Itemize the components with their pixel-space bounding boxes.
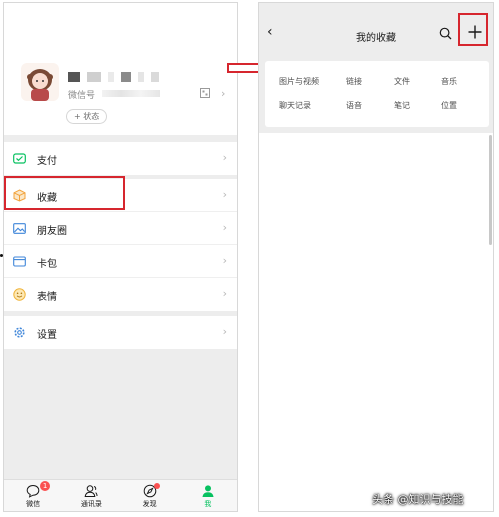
- category-notes[interactable]: 笔记: [394, 100, 410, 111]
- chevron-right-icon: ›: [222, 287, 227, 300]
- menu-label: 卡包: [37, 259, 57, 270]
- category-music[interactable]: 音乐: [441, 76, 457, 87]
- menu-item-moments[interactable]: 朋友圈 ›: [4, 212, 237, 245]
- tab-discover[interactable]: 发现: [121, 480, 179, 511]
- menu-item-cards[interactable]: 卡包 ›: [4, 245, 237, 278]
- watermark: 头条 @知识与技能: [372, 493, 464, 506]
- chevron-right-icon: ›: [222, 151, 227, 164]
- smiley-icon: [13, 288, 26, 301]
- chevron-right-icon: ›: [222, 325, 227, 338]
- contacts-icon: [85, 485, 98, 497]
- scrollbar[interactable]: [489, 135, 492, 245]
- chevron-right-icon: ›: [221, 87, 226, 100]
- tab-me[interactable]: 我: [179, 480, 237, 511]
- me-screen: 微信号 › + 状态 支付 › 收藏 › 朋友圈 › 卡包 › 表情 › 设置 …: [3, 2, 238, 512]
- status-button[interactable]: + 状态: [66, 109, 108, 124]
- person-icon: [202, 485, 214, 497]
- image-icon: [13, 223, 26, 234]
- menu-group-settings: 设置 ›: [4, 316, 237, 349]
- chevron-right-icon: ›: [222, 188, 227, 201]
- wechat-id-label: 微信号: [68, 91, 96, 101]
- tab-label: 微信: [26, 500, 41, 508]
- category-images-videos[interactable]: 图片与视频: [279, 76, 319, 87]
- chevron-right-icon: ›: [222, 254, 227, 267]
- plus-highlight-box: [458, 13, 488, 46]
- menu-label: 表情: [37, 292, 57, 303]
- menu-item-stickers[interactable]: 表情 ›: [4, 278, 237, 311]
- tab-label: 通讯录: [80, 500, 102, 508]
- pay-icon: [13, 153, 26, 164]
- chevron-right-icon: ›: [222, 221, 227, 234]
- bottom-tab-bar: 1 微信 通讯录 发现 我: [4, 479, 237, 511]
- category-chat-history[interactable]: 聊天记录: [279, 100, 311, 111]
- qr-code-icon[interactable]: [200, 88, 210, 98]
- tab-chats[interactable]: 1 微信: [4, 480, 62, 511]
- tab-label: 我: [204, 500, 212, 508]
- bullet-dot: [0, 254, 3, 257]
- nickname-blurred: [68, 67, 161, 82]
- category-files[interactable]: 文件: [394, 76, 410, 87]
- menu-label: 朋友圈: [37, 226, 67, 237]
- wallet-icon: [13, 256, 26, 267]
- menu-item-pay[interactable]: 支付 ›: [4, 142, 237, 175]
- menu-label: 设置: [37, 330, 57, 341]
- category-location[interactable]: 位置: [441, 100, 457, 111]
- menu-group-pay: 支付 ›: [4, 142, 237, 175]
- menu-label: 支付: [37, 156, 57, 167]
- chat-bubble-icon: [26, 484, 40, 498]
- menu-item-settings[interactable]: 设置 ›: [4, 316, 237, 349]
- profile-header[interactable]: 微信号 › + 状态: [4, 3, 237, 135]
- search-icon[interactable]: [439, 27, 452, 40]
- category-panel: 图片与视频 链接 文件 音乐 聊天记录 语音 笔记 位置: [265, 61, 489, 127]
- unread-badge: 1: [40, 481, 51, 491]
- category-links[interactable]: 链接: [346, 76, 362, 87]
- gear-icon: [14, 327, 25, 338]
- new-dot-badge: [154, 483, 161, 489]
- avatar[interactable]: [21, 63, 59, 101]
- wechat-id-value-blurred: [102, 90, 160, 97]
- category-voice[interactable]: 语音: [346, 100, 362, 111]
- tab-contacts[interactable]: 通讯录: [62, 480, 120, 511]
- favorites-highlight-box: [4, 176, 125, 210]
- favorites-screen: ‹ 我的收藏 图片与视频 链接 文件 音乐 聊天记录 语音 笔记 位置: [258, 2, 494, 512]
- tab-label: 发现: [142, 500, 157, 508]
